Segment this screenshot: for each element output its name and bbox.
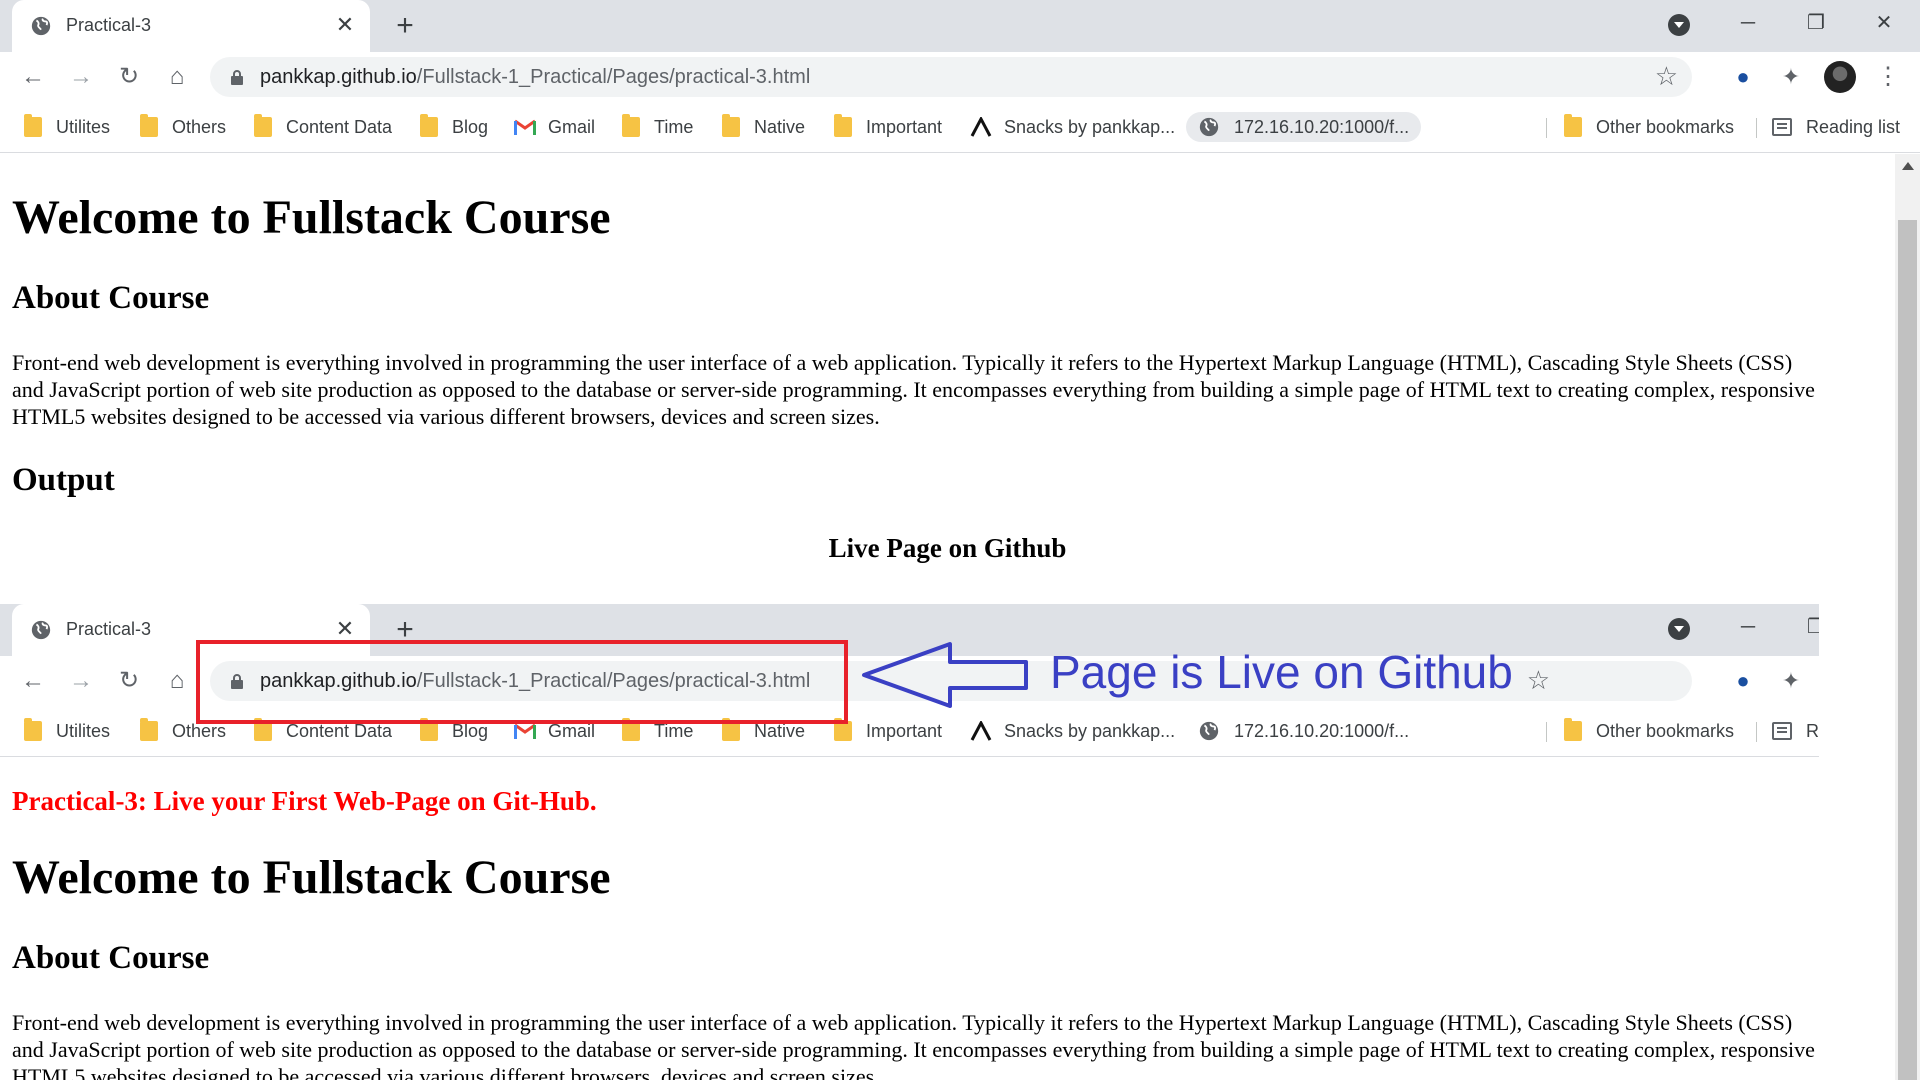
- bookmark-time[interactable]: Time: [622, 112, 693, 142]
- page-title: Welcome to Fullstack Course: [12, 191, 611, 244]
- output-heading: Output: [12, 462, 115, 498]
- bookmark-utilites: Utilites: [24, 716, 110, 746]
- folder-icon: [254, 718, 272, 741]
- puzzle-icon: ✦: [1781, 668, 1801, 693]
- url-highlight-box: [196, 640, 848, 724]
- bookmark-separator: [1756, 722, 1757, 742]
- browser-tab[interactable]: Practical-3 ✕: [12, 0, 370, 52]
- extension-icon[interactable]: ●: [1730, 64, 1756, 90]
- reading-list-button: R: [1772, 716, 1819, 746]
- folder-icon: [1564, 114, 1582, 137]
- folder-icon: [254, 114, 272, 137]
- extension-icon: ●: [1736, 668, 1750, 693]
- folder-icon: [24, 114, 42, 137]
- bookmark-gmail[interactable]: Gmail: [514, 112, 595, 142]
- bookmark-other-bookmarks: Other bookmarks: [1564, 716, 1734, 746]
- arrow-left-icon: [862, 642, 1028, 708]
- bookmark-important: Important: [834, 716, 942, 746]
- about-heading: About Course: [12, 940, 210, 976]
- bookmark-others[interactable]: Others: [140, 112, 226, 142]
- bookmark-separator: [1546, 722, 1547, 742]
- tab-title: Practical-3: [66, 15, 152, 35]
- restore-button[interactable]: ❐: [1796, 8, 1836, 38]
- home-icon[interactable]: ⌂: [162, 62, 192, 92]
- bookmark-snacks: Snacks by pankkap...: [970, 716, 1175, 746]
- browser-toolbar: ← → ↻ ⌂ pankkap.github.io/Fullstack-1_Pr…: [0, 52, 1920, 102]
- scrollbar[interactable]: [1895, 154, 1920, 1080]
- folder-icon: [420, 718, 438, 741]
- folder-icon: [1564, 718, 1582, 741]
- bookmark-important[interactable]: Important: [834, 112, 942, 142]
- minimize-button[interactable]: ─: [1728, 8, 1768, 38]
- reload-icon: ↻: [118, 667, 140, 694]
- bookmark-snacks[interactable]: Snacks by pankkap...: [970, 112, 1175, 142]
- bookmark-blog[interactable]: Blog: [420, 112, 488, 142]
- annotation-text: Page is Live on Github: [1050, 646, 1513, 698]
- scroll-thumb[interactable]: [1898, 220, 1917, 1080]
- address-bar[interactable]: pankkap.github.io/Fullstack-1_Practical/…: [210, 57, 1692, 97]
- gmail-icon: [514, 723, 536, 739]
- bookmark-ip[interactable]: 172.16.10.20:1000/f...: [1186, 112, 1422, 142]
- globe-icon: [1199, 721, 1219, 741]
- close-tab-icon[interactable]: ✕: [332, 12, 358, 38]
- bookmark-separator: [1546, 118, 1547, 138]
- bookmark-content-data[interactable]: Content Data: [254, 112, 392, 142]
- url-text: pankkap.github.io/Fullstack-1_Practical/…: [260, 66, 811, 88]
- bookmark-star-icon: ☆: [1526, 665, 1550, 695]
- snacks-icon: [970, 117, 992, 137]
- browser-chrome: Practical-3 ✕ + ─ ❐ ✕ ← → ↻ ⌂ pankkap.gi…: [0, 0, 1920, 154]
- reading-list-icon: [1772, 722, 1792, 740]
- tab-title: Practical-3: [66, 619, 152, 639]
- folder-icon: [420, 114, 438, 137]
- home-icon: ⌂: [169, 667, 185, 694]
- tab-search-icon[interactable]: [1668, 14, 1690, 36]
- back-icon[interactable]: ←: [18, 62, 48, 92]
- live-caption: Live Page on Github: [828, 533, 1067, 563]
- lock-icon: [231, 70, 243, 85]
- globe-icon: [31, 16, 51, 36]
- about-text: Front-end web development is everything …: [12, 1010, 1815, 1080]
- about-heading: About Course: [12, 280, 210, 316]
- folder-icon: [140, 114, 158, 137]
- forward-icon[interactable]: →: [66, 62, 96, 92]
- avatar[interactable]: [1824, 61, 1856, 93]
- folder-icon: [140, 718, 158, 741]
- menu-icon[interactable]: ⋮: [1876, 62, 1900, 92]
- folder-icon: [834, 114, 852, 137]
- gmail-icon: [514, 119, 536, 135]
- snacks-icon: [970, 721, 992, 741]
- bookmark-native[interactable]: Native: [722, 112, 805, 142]
- new-tab-button[interactable]: +: [388, 10, 422, 44]
- folder-icon: [722, 718, 740, 741]
- close-tab-icon: ✕: [335, 616, 355, 641]
- tab-search-icon: [1668, 618, 1690, 640]
- bookmark-separator: [1756, 118, 1757, 138]
- folder-icon: [24, 718, 42, 741]
- page-title: Welcome to Fullstack Course: [12, 851, 611, 904]
- globe-icon: [31, 620, 51, 640]
- practical-heading: Practical-3: Live your First Web-Page on…: [12, 786, 597, 816]
- tab-strip: Practical-3 ✕ + ─ ❐ ✕: [0, 0, 1920, 52]
- scroll-up-icon[interactable]: [1902, 162, 1914, 170]
- globe-icon: [1199, 117, 1219, 137]
- folder-icon: [722, 114, 740, 137]
- bookmark-ip: 172.16.10.20:1000/f...: [1198, 716, 1409, 746]
- close-window-button[interactable]: ✕: [1864, 8, 1904, 38]
- restore-button: ❐: [1807, 616, 1819, 638]
- bookmark-utilites[interactable]: Utilites: [24, 112, 110, 142]
- bookmark-star-icon[interactable]: ☆: [1655, 61, 1678, 92]
- reload-icon[interactable]: ↻: [114, 62, 144, 92]
- reading-list-icon: [1772, 118, 1792, 136]
- about-text: Front-end web development is everything …: [12, 350, 1815, 429]
- bookmarks-bar: Utilites Others Content Data Blog Gmail …: [0, 102, 1920, 153]
- folder-icon: [834, 718, 852, 741]
- minimize-button: ─: [1740, 616, 1756, 638]
- folder-icon: [622, 718, 640, 741]
- bookmark-other-bookmarks[interactable]: Other bookmarks: [1564, 112, 1734, 142]
- reading-list-button[interactable]: Reading list: [1772, 112, 1900, 142]
- puzzle-icon[interactable]: ✦: [1778, 64, 1804, 90]
- forward-icon: →: [69, 667, 93, 694]
- folder-icon: [622, 114, 640, 137]
- back-icon: ←: [21, 667, 45, 694]
